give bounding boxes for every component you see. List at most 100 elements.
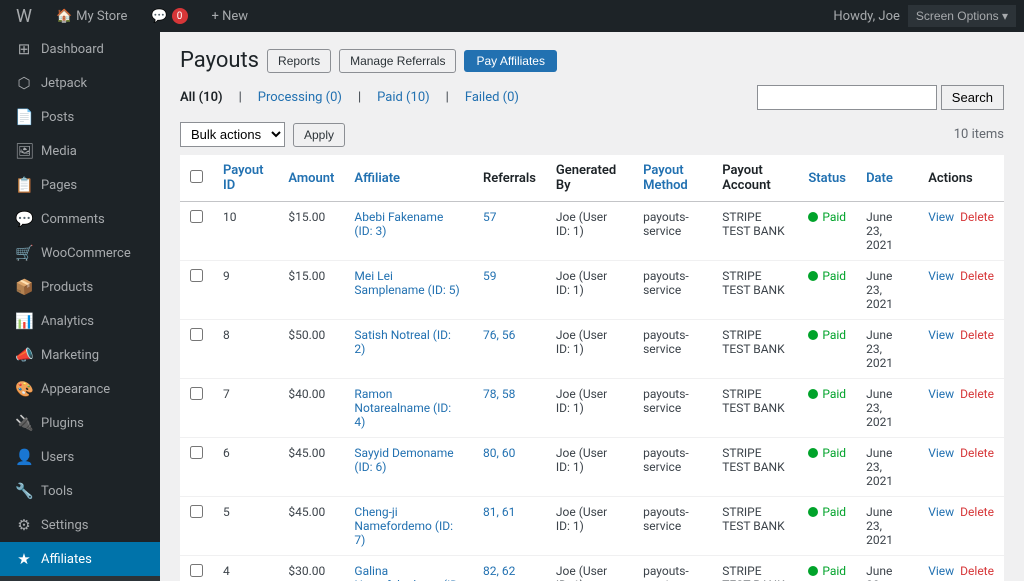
row-checkbox-cell[interactable] [180,556,213,581]
delete-link[interactable]: Delete [960,328,994,342]
view-link[interactable]: View [928,564,954,578]
sidebar-item-pages[interactable]: 📋 Pages [0,168,160,202]
sidebar-item-settings[interactable]: ⚙ Settings [0,508,160,542]
delete-link[interactable]: Delete [960,387,994,401]
affiliate-link[interactable]: Sayyid Demoname (ID: 6) [354,446,453,474]
sidebar-item-tools[interactable]: 🔧 Tools [0,474,160,508]
cell-referrals[interactable]: 82, 62 [473,556,546,581]
sidebar-item-dashboard[interactable]: ⊞ Dashboard [0,32,160,66]
sidebar-item-plugins[interactable]: 🔌 Plugins [0,406,160,440]
comments-icon-link[interactable]: 💬 0 [143,0,195,32]
cell-affiliate[interactable]: Galina Namefakedemo (ID: 8) [344,556,473,581]
bulk-actions-select[interactable]: Bulk actions [180,122,285,147]
filter-processing[interactable]: Processing (0) [258,90,342,105]
row-checkbox[interactable] [190,269,203,282]
view-link[interactable]: View [928,269,954,283]
sidebar-item-jetpack[interactable]: ⬡ Jetpack [0,66,160,100]
row-checkbox-cell[interactable] [180,497,213,556]
sidebar-item-woocommerce[interactable]: 🛒 WooCommerce [0,236,160,270]
row-checkbox[interactable] [190,446,203,459]
cell-referrals[interactable]: 78, 58 [473,379,546,438]
delete-link[interactable]: Delete [960,210,994,224]
affiliate-link[interactable]: Mei Lei Samplename (ID: 5) [354,269,459,297]
referrals-link[interactable]: 57 [483,210,497,224]
search-input[interactable] [757,85,937,110]
settings-icon: ⚙ [15,516,33,534]
row-checkbox-cell[interactable] [180,379,213,438]
header-payout-method[interactable]: Payout Method [633,155,712,202]
row-checkbox[interactable] [190,328,203,341]
select-all-checkbox[interactable] [190,170,203,183]
affiliate-link[interactable]: Abebi Fakename (ID: 3) [354,210,443,238]
cell-referrals[interactable]: 59 [473,261,546,320]
cell-affiliate[interactable]: Mei Lei Samplename (ID: 5) [344,261,473,320]
view-link[interactable]: View [928,328,954,342]
wp-logo-icon[interactable]: W [8,6,40,27]
new-content-link[interactable]: + New [204,0,257,32]
view-link[interactable]: View [928,505,954,519]
screen-options-button[interactable]: Screen Options ▾ [908,5,1016,27]
referrals-link[interactable]: 76, 56 [483,328,515,342]
header-status[interactable]: Status [798,155,856,202]
referrals-link[interactable]: 82, 62 [483,564,515,578]
reports-button[interactable]: Reports [267,49,331,73]
view-link[interactable]: View [928,387,954,401]
row-checkbox[interactable] [190,210,203,223]
cell-affiliate[interactable]: Cheng-ji Namefordemo (ID: 7) [344,497,473,556]
row-checkbox[interactable] [190,387,203,400]
row-checkbox[interactable] [190,505,203,518]
view-link[interactable]: View [928,446,954,460]
cell-affiliate[interactable]: Satish Notreal (ID: 2) [344,320,473,379]
filter-paid[interactable]: Paid (10) [377,90,430,105]
cell-referrals[interactable]: 57 [473,202,546,261]
cell-referrals[interactable]: 81, 61 [473,497,546,556]
sidebar-item-posts[interactable]: 📄 Posts [0,100,160,134]
delete-link[interactable]: Delete [960,564,994,578]
view-link[interactable]: View [928,210,954,224]
sidebar-item-appearance[interactable]: 🎨 Appearance [0,372,160,406]
row-checkbox-cell[interactable] [180,202,213,261]
cell-date: June 23, 2021 [856,556,918,581]
sidebar-item-users[interactable]: 👤 Users [0,440,160,474]
row-checkbox-cell[interactable] [180,261,213,320]
site-name-link[interactable]: 🏠 My Store [48,0,135,32]
sidebar-item-affiliates[interactable]: ★ Affiliates [0,542,160,576]
apply-button[interactable]: Apply [293,123,345,147]
referrals-link[interactable]: 59 [483,269,497,283]
delete-link[interactable]: Delete [960,446,994,460]
affiliate-link[interactable]: Cheng-ji Namefordemo (ID: 7) [354,505,453,547]
manage-referrals-button[interactable]: Manage Referrals [339,49,456,73]
cell-affiliate[interactable]: Abebi Fakename (ID: 3) [344,202,473,261]
row-checkbox[interactable] [190,564,203,577]
delete-link[interactable]: Delete [960,505,994,519]
cell-referrals[interactable]: 80, 60 [473,438,546,497]
sidebar-item-comments[interactable]: 💬 Comments [0,202,160,236]
sidebar-item-analytics[interactable]: 📊 Analytics [0,304,160,338]
header-date[interactable]: Date [856,155,918,202]
affiliate-link[interactable]: Ramon Notarealname (ID: 4) [354,387,451,429]
sidebar-item-marketing[interactable]: 📣 Marketing [0,338,160,372]
pay-affiliates-button[interactable]: Pay Affiliates [464,50,556,72]
filter-failed[interactable]: Failed (0) [465,90,519,105]
cell-affiliate[interactable]: Sayyid Demoname (ID: 6) [344,438,473,497]
referrals-link[interactable]: 78, 58 [483,387,515,401]
referrals-link[interactable]: 81, 61 [483,505,515,519]
cell-generated-by: Joe (User ID: 1) [546,379,633,438]
submenu-overview[interactable]: Overview [0,576,160,581]
row-checkbox-cell[interactable] [180,320,213,379]
cell-referrals[interactable]: 76, 56 [473,320,546,379]
header-amount[interactable]: Amount [278,155,344,202]
delete-link[interactable]: Delete [960,269,994,283]
row-checkbox-cell[interactable] [180,438,213,497]
sidebar-item-media[interactable]: 🖼 Media [0,134,160,168]
header-affiliate[interactable]: Affiliate [344,155,473,202]
header-checkbox[interactable] [180,155,213,202]
affiliate-link[interactable]: Galina Namefakedemo (ID: 8) [354,564,461,581]
referrals-link[interactable]: 80, 60 [483,446,515,460]
cell-affiliate[interactable]: Ramon Notarealname (ID: 4) [344,379,473,438]
filter-all[interactable]: All (10) [180,90,223,105]
sidebar-item-products[interactable]: 📦 Products [0,270,160,304]
search-button[interactable]: Search [941,85,1004,110]
header-payout-id[interactable]: Payout ID [213,155,278,202]
affiliate-link[interactable]: Satish Notreal (ID: 2) [354,328,451,356]
